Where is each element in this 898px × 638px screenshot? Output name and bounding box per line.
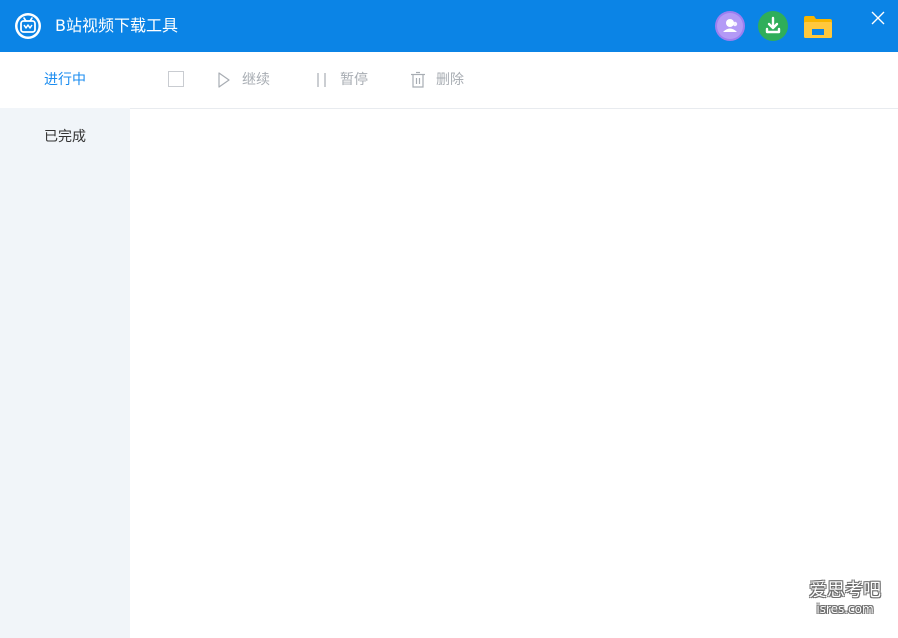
trash-icon: [411, 71, 425, 88]
select-all-checkbox[interactable]: [168, 71, 184, 87]
window-title: B站视频下载工具: [55, 16, 178, 35]
sidebar: 进行中 已完成: [0, 52, 130, 638]
pause-icon: [317, 73, 326, 87]
download-list-area: [130, 109, 898, 638]
watermark-line-1: 爱思考吧: [809, 580, 881, 601]
sidebar-item-completed[interactable]: 已完成: [0, 108, 130, 164]
close-icon[interactable]: [868, 8, 888, 28]
delete-label: 删除: [436, 72, 464, 88]
watermark: 爱思考吧 isres.com: [800, 580, 890, 616]
download-icon[interactable]: [758, 11, 788, 41]
watermark-line-2: isres.com: [816, 602, 874, 616]
bilibili-tv-logo-icon: [15, 13, 41, 39]
play-outline-icon: [218, 72, 230, 88]
pause-button[interactable]: 暂停: [314, 70, 376, 90]
folder-icon[interactable]: [802, 12, 834, 40]
toolbar: 继续 暂停 删除: [130, 52, 898, 109]
delete-button[interactable]: 删除: [410, 70, 470, 90]
continue-button[interactable]: 继续: [216, 70, 276, 90]
title-bar: B站视频下载工具: [0, 0, 898, 52]
sidebar-item-in-progress[interactable]: 进行中: [0, 52, 130, 108]
continue-label: 继续: [242, 72, 270, 88]
user-avatar-icon[interactable]: [715, 11, 745, 41]
pause-label: 暂停: [340, 72, 368, 88]
